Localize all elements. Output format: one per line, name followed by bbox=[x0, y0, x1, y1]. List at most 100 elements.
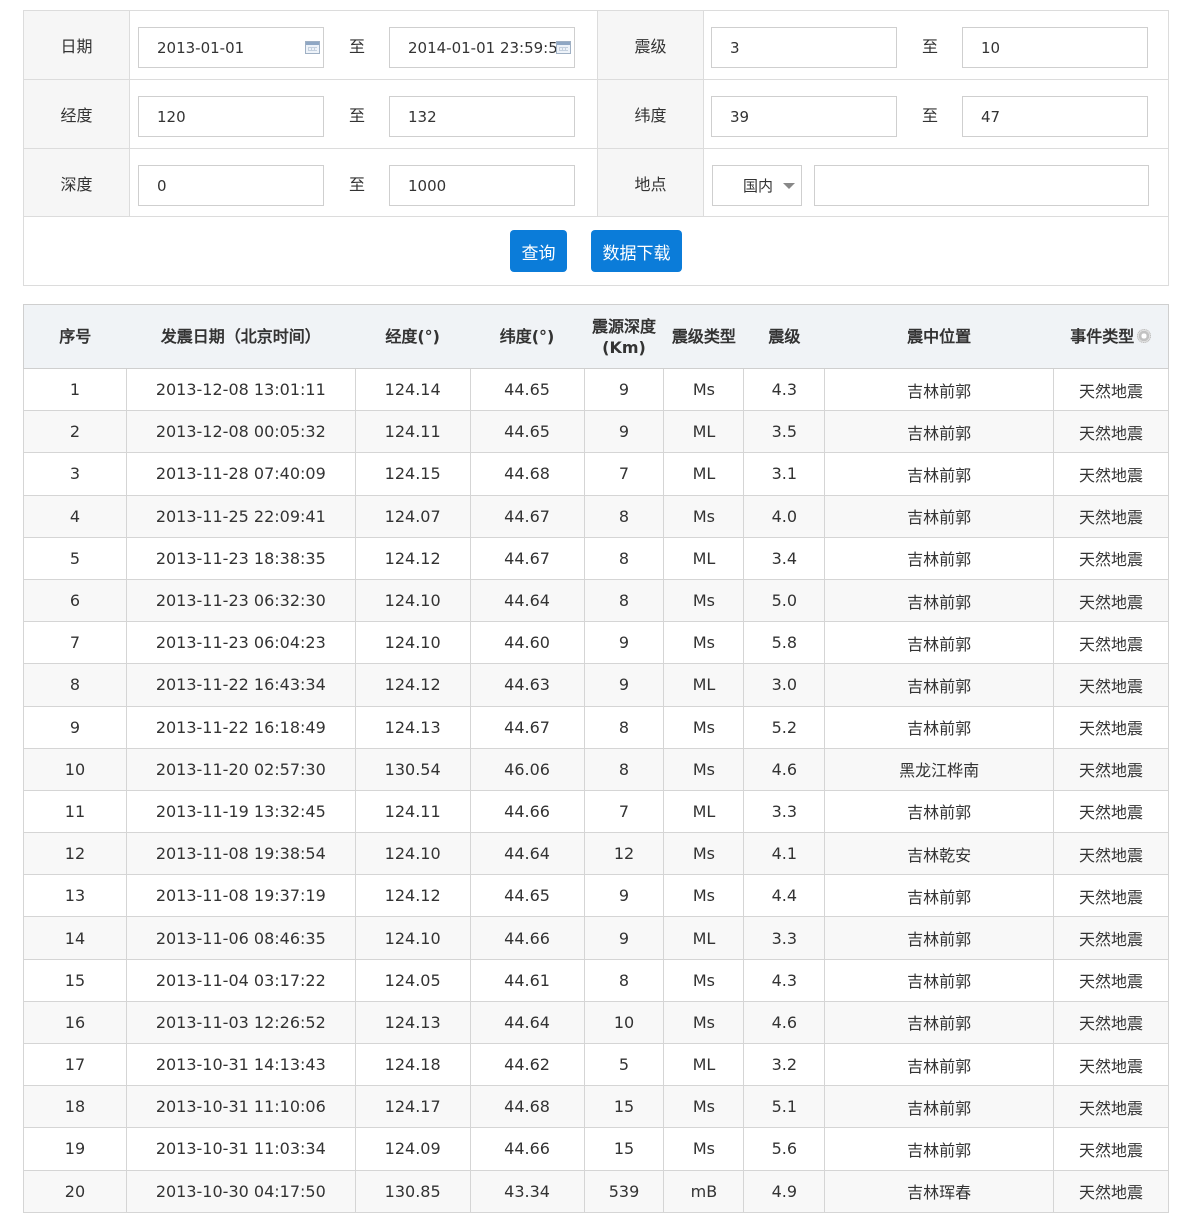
cell-magnitude-type: ML bbox=[663, 1042, 745, 1087]
table-row[interactable]: 15 2013-11-04 03:17:22 124.05 44.61 8 Ms 4.3 吉林… bbox=[23, 958, 1169, 1002]
table-row[interactable]: 2 2013-12-08 00:05:32 124.11 44.65 9 ML 3.5 吉林前… bbox=[23, 410, 1169, 454]
table-row[interactable]: 14 2013-11-06 08:46:35 124.10 44.66 9 ML 3.3 吉林… bbox=[23, 916, 1169, 960]
longitude-to-separator: 至 bbox=[348, 106, 365, 125]
cell-no: 11 bbox=[23, 789, 127, 834]
cell-location: 吉林前郭 bbox=[824, 663, 1055, 707]
cell-event-type: 天然地震 bbox=[1053, 1127, 1169, 1171]
cell-magnitude: 3.5 bbox=[743, 410, 826, 454]
cell-depth: 9 bbox=[583, 621, 665, 665]
cell-location: 吉林前郭 bbox=[824, 705, 1055, 749]
date-to-input[interactable]: 2014-01-01 23:59:59 bbox=[389, 27, 575, 68]
cell-date: 2013-12-08 00:05:32 bbox=[125, 410, 356, 454]
download-button[interactable]: 数据下载 bbox=[591, 230, 682, 272]
cell-latitude: 44.63 bbox=[469, 663, 585, 707]
cell-depth: 12 bbox=[583, 832, 665, 876]
col-header-event-type[interactable]: 事件类型 bbox=[1053, 304, 1169, 369]
region-select[interactable]: 国内 bbox=[712, 165, 802, 206]
form-row-depth-place: 深度 0 至 1000 地点 国内 bbox=[24, 149, 1168, 217]
cell-event-type: 天然地震 bbox=[1053, 621, 1169, 665]
table-row[interactable]: 19 2013-10-31 11:03:34 124.09 44.66 15 Ms 5.6 吉… bbox=[23, 1127, 1169, 1171]
cell-location: 吉林前郭 bbox=[824, 452, 1055, 496]
cell-event-type: 天然地震 bbox=[1053, 832, 1169, 876]
cell-longitude: 124.13 bbox=[354, 1000, 471, 1045]
magnitude-to-separator: 至 bbox=[921, 37, 938, 56]
cell-latitude: 44.66 bbox=[469, 1127, 585, 1171]
cell-event-type: 天然地震 bbox=[1053, 578, 1169, 623]
cell-magnitude: 4.3 bbox=[743, 958, 826, 1002]
latitude-label: 纬度 bbox=[597, 80, 704, 148]
cell-depth: 8 bbox=[583, 958, 665, 1002]
depth-from-input[interactable]: 0 bbox=[138, 165, 324, 206]
cell-latitude: 44.65 bbox=[469, 367, 585, 412]
place-input[interactable] bbox=[814, 165, 1149, 206]
magnitude-from-input[interactable]: 3 bbox=[711, 27, 897, 68]
longitude-to-input[interactable]: 132 bbox=[389, 96, 575, 137]
cell-event-type: 天然地震 bbox=[1053, 452, 1169, 496]
table-row[interactable]: 13 2013-11-08 19:37:19 124.12 44.65 9 Ms 4.4 吉林… bbox=[23, 874, 1169, 918]
table-row[interactable]: 18 2013-10-31 11:10:06 124.17 44.68 15 Ms 5.1 吉… bbox=[23, 1085, 1169, 1129]
table-row[interactable]: 5 2013-11-23 18:38:35 124.12 44.67 8 ML 3.4 吉林前… bbox=[23, 536, 1169, 580]
date-from-input[interactable]: 2013-01-01 bbox=[138, 27, 324, 68]
latitude-to-input[interactable]: 47 bbox=[962, 96, 1148, 137]
table-row[interactable]: 8 2013-11-22 16:43:34 124.12 44.63 9 ML 3.0 吉林前… bbox=[23, 663, 1169, 707]
table-row[interactable]: 20 2013-10-30 04:17:50 130.85 43.34 539 mB 4.9… bbox=[23, 1169, 1169, 1213]
calendar-icon[interactable] bbox=[556, 41, 571, 54]
cell-longitude: 124.07 bbox=[354, 494, 471, 538]
calendar-icon[interactable] bbox=[305, 41, 320, 54]
cell-depth: 10 bbox=[583, 1000, 665, 1045]
cell-no: 5 bbox=[23, 536, 127, 580]
table-row[interactable]: 12 2013-11-08 19:38:54 124.10 44.64 12 Ms 4.1 吉… bbox=[23, 832, 1169, 876]
cell-longitude: 124.12 bbox=[354, 663, 471, 707]
gear-icon[interactable] bbox=[1137, 329, 1152, 343]
cell-latitude: 44.61 bbox=[469, 958, 585, 1002]
table-row[interactable]: 17 2013-10-31 14:13:43 124.18 44.62 5 ML 3.2 吉林… bbox=[23, 1042, 1169, 1087]
latitude-from-input[interactable]: 39 bbox=[711, 96, 897, 137]
col-header-location[interactable]: 震中位置 bbox=[824, 304, 1054, 369]
cell-magnitude-type: Ms bbox=[663, 958, 745, 1002]
latitude-from-value: 39 bbox=[730, 107, 750, 126]
cell-magnitude-type: Ms bbox=[663, 1000, 745, 1045]
table-row[interactable]: 4 2013-11-25 22:09:41 124.07 44.67 8 Ms 4.0 吉林前… bbox=[23, 494, 1169, 538]
cell-longitude: 124.17 bbox=[354, 1085, 471, 1129]
table-row[interactable]: 3 2013-11-28 07:40:09 124.15 44.68 7 ML 3.1 吉林前… bbox=[23, 452, 1169, 496]
depth-from-value: 0 bbox=[157, 176, 167, 195]
table-row[interactable]: 7 2013-11-23 06:04:23 124.10 44.60 9 Ms 5.8 吉林前… bbox=[23, 621, 1169, 665]
magnitude-to-input[interactable]: 10 bbox=[962, 27, 1148, 68]
depth-to-value: 1000 bbox=[408, 176, 447, 195]
table-row[interactable]: 11 2013-11-19 13:32:45 124.11 44.66 7 ML 3.3 吉林… bbox=[23, 789, 1169, 834]
cell-magnitude: 4.6 bbox=[743, 747, 826, 791]
col-header-no[interactable]: 序号 bbox=[23, 304, 127, 369]
col-header-date[interactable]: 发震日期（北京时间） bbox=[126, 304, 356, 369]
cell-date: 2013-11-06 08:46:35 bbox=[125, 916, 356, 960]
event-type-header-label: 事件类型 bbox=[1070, 327, 1135, 346]
col-header-depth[interactable]: 震源深度(Km) bbox=[584, 304, 664, 369]
cell-magnitude-type: Ms bbox=[663, 621, 745, 665]
table-row[interactable]: 16 2013-11-03 12:26:52 124.13 44.64 10 Ms 4.6 吉… bbox=[23, 1000, 1169, 1045]
cell-event-type: 天然地震 bbox=[1053, 1042, 1169, 1087]
cell-event-type: 天然地震 bbox=[1053, 958, 1169, 1002]
table-row[interactable]: 1 2013-12-08 13:01:11 124.14 44.65 9 Ms 4.3 吉林前… bbox=[23, 367, 1169, 412]
depth-to-separator: 至 bbox=[348, 174, 365, 194]
cell-event-type: 天然地震 bbox=[1053, 789, 1169, 834]
cell-latitude: 44.67 bbox=[469, 494, 585, 538]
col-header-magnitude[interactable]: 震级 bbox=[743, 304, 825, 369]
table-row[interactable]: 9 2013-11-22 16:18:49 124.13 44.67 8 Ms 5.2 吉林前… bbox=[23, 705, 1169, 749]
longitude-to-value: 132 bbox=[408, 107, 437, 126]
longitude-from-input[interactable]: 120 bbox=[138, 96, 324, 137]
cell-date: 2013-11-22 16:43:34 bbox=[125, 663, 356, 707]
cell-magnitude-type: Ms bbox=[663, 832, 745, 876]
query-button[interactable]: 查询 bbox=[510, 230, 567, 272]
cell-latitude: 44.68 bbox=[469, 452, 585, 496]
cell-latitude: 44.68 bbox=[469, 1085, 585, 1129]
cell-location: 吉林前郭 bbox=[824, 916, 1055, 960]
cell-longitude: 130.54 bbox=[354, 747, 471, 791]
cell-depth: 8 bbox=[583, 705, 665, 749]
table-row[interactable]: 6 2013-11-23 06:32:30 124.10 44.64 8 Ms 5.0 吉林前… bbox=[23, 578, 1169, 623]
depth-to-input[interactable]: 1000 bbox=[389, 165, 575, 206]
col-header-longitude[interactable]: 经度(°) bbox=[355, 304, 471, 369]
col-header-latitude[interactable]: 纬度(°) bbox=[470, 304, 585, 369]
cell-magnitude-type: Ms bbox=[663, 1085, 745, 1129]
table-row[interactable]: 10 2013-11-20 02:57:30 130.54 46.06 8 Ms 4.6 黑龙… bbox=[23, 747, 1169, 791]
col-header-magnitude-type[interactable]: 震级类型 bbox=[663, 304, 744, 369]
cell-date: 2013-11-08 19:38:54 bbox=[125, 832, 356, 876]
